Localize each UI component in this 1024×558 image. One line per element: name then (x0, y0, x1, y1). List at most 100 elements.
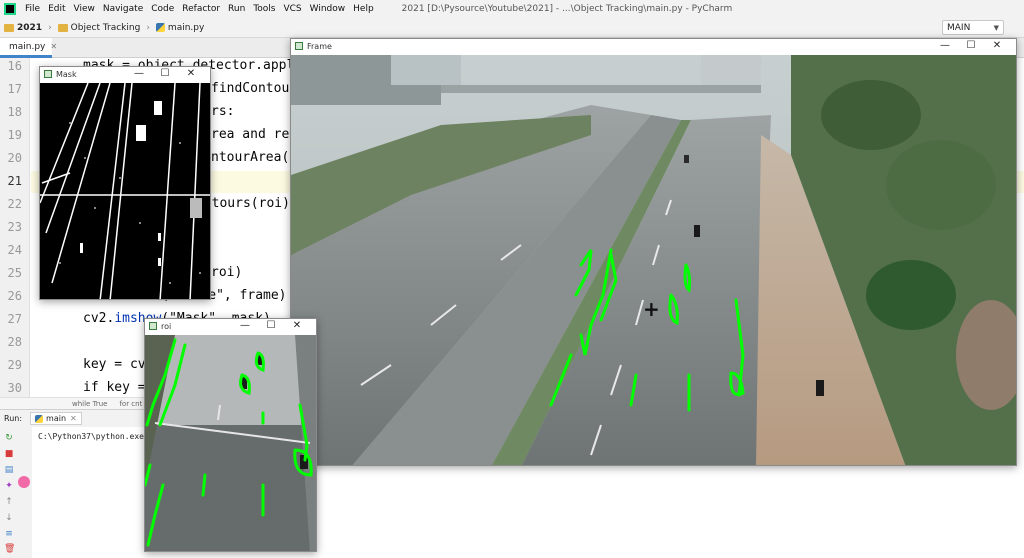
line-number: 19 (7, 128, 22, 142)
highway-scene (291, 55, 1016, 465)
roi-window-titlebar[interactable]: roi — ☐ ✕ (145, 319, 316, 333)
breadcrumb-folder[interactable]: Object Tracking (54, 23, 145, 33)
code-line: findContour (211, 81, 298, 96)
close-icon[interactable]: ✕ (178, 67, 204, 81)
run-config-label: MAIN (947, 22, 971, 33)
pycharm-logo-icon (4, 3, 16, 15)
mask-window-title: Mask (56, 69, 77, 79)
breadcrumb-folder-label: Object Tracking (70, 22, 141, 33)
chevron-right-icon: › (146, 22, 150, 33)
frame-window-titlebar[interactable]: Frame — ☐ ✕ (291, 39, 1016, 53)
roi-image (145, 335, 316, 551)
line-number: 16 (7, 59, 22, 73)
breadcrumb-file[interactable]: main.py (152, 23, 208, 33)
breadcrumb: 2021 › Object Tracking › main.py MAIN ▼ (0, 18, 1024, 38)
code-token: cv2. (83, 311, 115, 326)
close-icon[interactable]: ✕ (50, 42, 57, 51)
menu-help[interactable]: Help (349, 4, 378, 14)
soft-wrap-icon[interactable]: ≡ (4, 529, 14, 539)
minimize-icon[interactable]: — (932, 39, 958, 53)
scroll-up-icon[interactable]: ↑ (4, 497, 14, 507)
record-button[interactable] (18, 476, 30, 488)
layout-icon[interactable]: ▤ (4, 465, 14, 475)
ide-titlebar: File Edit View Navigate Code Refactor Ru… (0, 0, 1024, 18)
run-tab-main[interactable]: main ✕ (30, 412, 82, 425)
roi-window-title: roi (161, 321, 172, 331)
folder-icon (57, 23, 68, 32)
structure-crumb[interactable]: while True (72, 400, 107, 408)
line-number: 20 (7, 151, 22, 165)
line-number-gutter: 16 17 18 19 20 21 22 23 24 25 26 27 28 2… (0, 58, 30, 398)
trash-icon[interactable]: 🗑 (4, 544, 15, 554)
frame-window-title: Frame (307, 41, 332, 51)
run-tab-label: main (46, 414, 67, 423)
line-number: 23 (7, 220, 22, 234)
run-toolbar: ↻ ■ ▤ ✦ ↑ ↓ ≡ 🗑 (0, 427, 32, 558)
menu-file[interactable]: File (21, 4, 44, 14)
opencv-window-icon (44, 70, 52, 78)
line-number: 26 (7, 289, 22, 303)
code-line: key = cv2 (83, 357, 154, 372)
pin-icon[interactable]: ✦ (4, 481, 14, 491)
close-icon[interactable]: ✕ (984, 39, 1010, 53)
maximize-icon[interactable]: ☐ (258, 319, 284, 333)
line-number: 28 (7, 335, 22, 349)
rerun-icon[interactable]: ↻ (4, 433, 14, 443)
menu-code[interactable]: Code (147, 4, 178, 14)
line-number: 22 (7, 197, 22, 211)
menu-vcs[interactable]: VCS (279, 4, 305, 14)
breadcrumb-project[interactable]: 2021 (0, 23, 46, 33)
code-line: rs: (211, 104, 235, 119)
code-line: roi) (211, 265, 243, 280)
menu-run[interactable]: Run (224, 4, 249, 14)
roi-window[interactable]: roi — ☐ ✕ (144, 318, 317, 552)
close-icon[interactable]: ✕ (284, 319, 310, 333)
python-file-icon (35, 414, 44, 423)
stop-icon[interactable]: ■ (4, 449, 14, 459)
line-number: 30 (7, 381, 22, 395)
tab-label: main.py (9, 41, 46, 52)
python-file-icon (155, 23, 165, 32)
menu-refactor[interactable]: Refactor (178, 4, 224, 14)
opencv-window-icon (295, 42, 303, 50)
breadcrumb-project-label: 2021 (17, 22, 43, 33)
chevron-down-icon: ▼ (993, 23, 999, 32)
mask-window-titlebar[interactable]: Mask — ☐ ✕ (40, 67, 210, 81)
tab-main-py[interactable]: main.py ✕ (0, 38, 57, 58)
menu-window[interactable]: Window (306, 4, 350, 14)
run-console[interactable]: C:\Python37\python.exe "D:/Py (32, 427, 178, 558)
line-number: 29 (7, 358, 22, 372)
frame-window[interactable]: Frame — ☐ ✕ + (290, 38, 1017, 466)
line-number: 17 (7, 82, 22, 96)
minimize-icon[interactable]: — (126, 67, 152, 81)
roi-road-scene (145, 335, 316, 551)
run-config-dropdown[interactable]: MAIN ▼ (942, 20, 1004, 35)
foreground-mask (40, 83, 210, 299)
line-number: 18 (7, 105, 22, 119)
close-icon[interactable]: ✕ (70, 414, 77, 423)
chevron-right-icon: › (48, 22, 52, 33)
run-panel-header: Run: main ✕ (0, 409, 145, 427)
menu-navigate[interactable]: Navigate (99, 4, 147, 14)
line-number: 24 (7, 243, 22, 257)
minimize-icon[interactable]: — (232, 319, 258, 333)
line-number: 27 (7, 312, 22, 326)
maximize-icon[interactable]: ☐ (958, 39, 984, 53)
menu-view[interactable]: View (70, 4, 99, 14)
opencv-window-icon (149, 322, 157, 330)
menu-edit[interactable]: Edit (44, 4, 69, 14)
run-label: Run: (4, 414, 23, 423)
maximize-icon[interactable]: ☐ (152, 67, 178, 81)
window-title: 2021 [D:\Pysource\Youtube\2021] - ...\Ob… (401, 4, 733, 14)
code-line: if key == (83, 380, 154, 395)
breadcrumb-file-label: main.py (167, 22, 205, 33)
line-number: 25 (7, 266, 22, 280)
scroll-down-icon[interactable]: ↓ (4, 513, 14, 523)
menu-tools[interactable]: Tools (249, 4, 279, 14)
line-number: 21 (7, 174, 22, 188)
mask-image (40, 83, 210, 299)
mask-window[interactable]: Mask — ☐ ✕ (39, 66, 211, 300)
folder-icon (4, 23, 14, 32)
frame-video[interactable]: + (291, 55, 1016, 465)
crosshair-cursor-icon: + (643, 297, 660, 321)
